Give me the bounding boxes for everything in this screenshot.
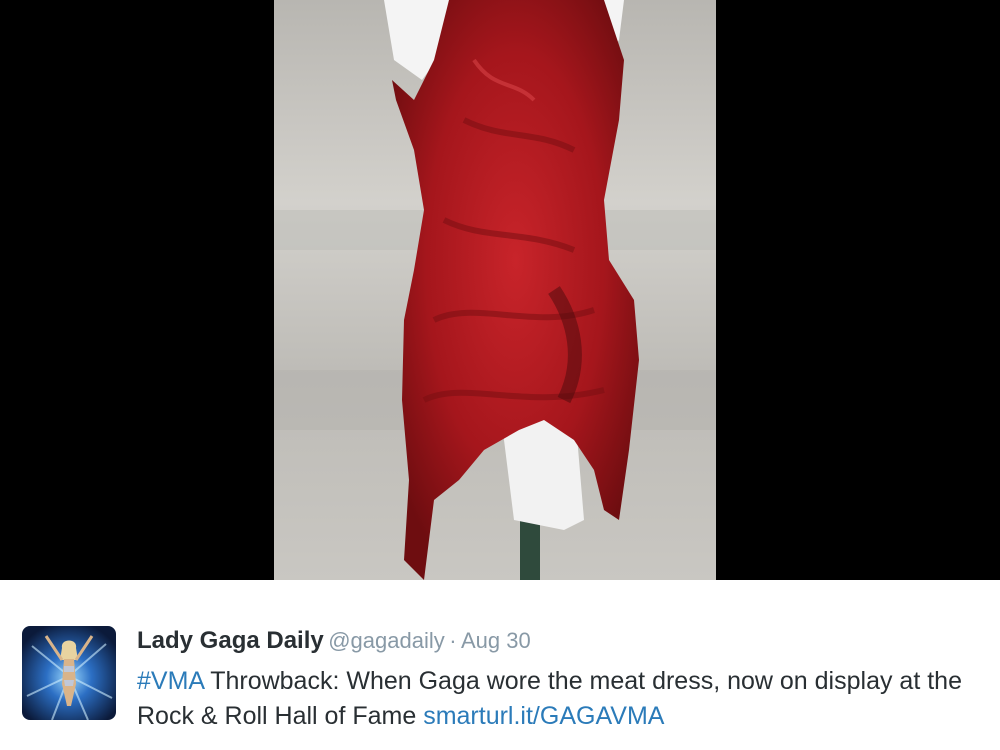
- tweet-date[interactable]: Aug 30: [461, 628, 531, 653]
- tweet-header: Lady Gaga Daily @gagadaily · Aug 30: [137, 627, 531, 658]
- hashtag-link[interactable]: #VMA: [137, 667, 204, 695]
- user-handle[interactable]: @gagadaily: [328, 628, 445, 653]
- tweet: Lady Gaga Daily @gagadaily · Aug 30 #VMA…: [0, 580, 1000, 750]
- tweet-media[interactable]: [0, 0, 1000, 580]
- meta-separator: ·: [449, 628, 457, 653]
- tweet-text: #VMA Throwback: When Gaga wore the meat …: [137, 664, 987, 734]
- url-link[interactable]: smarturl.it/GAGAVMA: [423, 702, 664, 730]
- meat-dress-photo[interactable]: [274, 0, 716, 580]
- display-name[interactable]: Lady Gaga Daily: [137, 627, 324, 654]
- avatar[interactable]: [22, 626, 116, 720]
